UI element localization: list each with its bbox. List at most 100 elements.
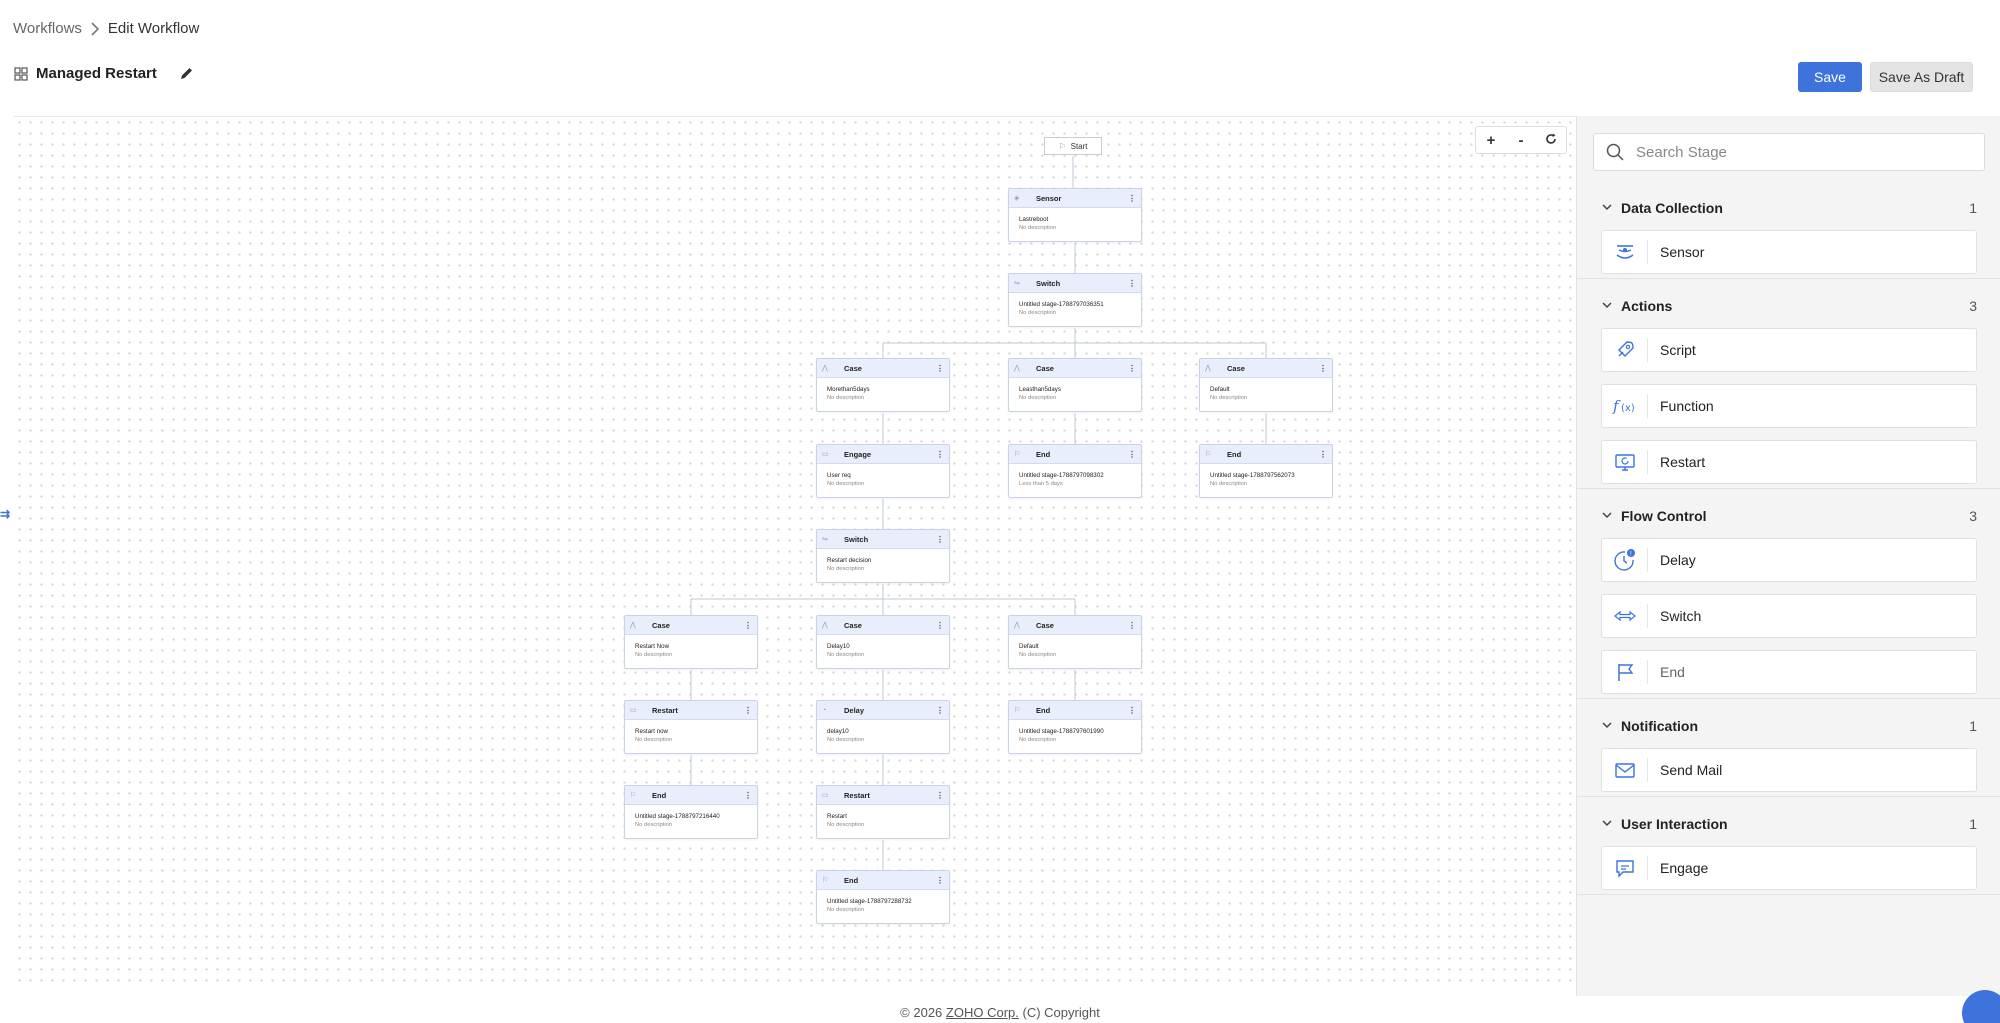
zoom-in-button[interactable]: + [1481,132,1501,149]
workflow-node-delay[interactable]: ◔ Delay ⋮ delay10 No description [816,700,950,754]
node-type: Case [1227,363,1245,373]
node-description: No description [1019,737,1057,743]
stage-item-delay[interactable]: ! Delay [1601,538,1977,582]
more-vert-icon[interactable]: ⋮ [936,364,944,373]
stage-item-label: Delay [1660,552,1696,568]
footer-prefix: © 2026 [900,1005,943,1020]
workflow-node-end[interactable]: ⚐ End ⋮ Untitled stage-1788797601990 No desc… [1008,700,1142,754]
node-name: User req [827,472,851,479]
workflow-node-sensor[interactable]: ◈ Sensor ⋮ Lastreboot No description [1008,188,1142,242]
workflow-node-case[interactable]: ⋀ Case ⋮ Default No description [1199,358,1333,412]
node-name: Leasthan5days [1019,386,1061,393]
more-vert-icon[interactable]: ⋮ [1128,706,1136,715]
node-description: No description [827,907,865,913]
node-description: No description [827,737,865,743]
section-data-collection: Data Collection 1 [1577,190,2000,226]
section-count: 1 [1969,200,1977,216]
workflow-node-case[interactable]: ⋀ Case ⋮ Restart Now No description [624,615,758,669]
more-vert-icon[interactable]: ⋮ [1128,621,1136,630]
more-vert-icon[interactable]: ⋮ [1319,450,1327,459]
section-header[interactable]: Notification 1 [1577,708,2000,744]
node-type: End [652,790,667,800]
more-vert-icon[interactable]: ⋮ [936,535,944,544]
breadcrumb-workflows-link[interactable]: Workflows [13,20,82,37]
node-description: No description [635,822,673,828]
switch-arrows-icon [1602,604,1648,628]
more-vert-icon[interactable]: ⋮ [1128,450,1136,459]
more-vert-icon[interactable]: ⋮ [936,706,944,715]
node-header: ◈ Sensor ⋮ [1009,189,1141,208]
more-vert-icon[interactable]: ⋮ [936,791,944,800]
workflow-title: Managed Restart [36,65,157,82]
sensor-icon: ◈ [1014,195,1020,202]
workflow-title-row: Managed Restart [14,65,194,82]
stage-item-send-mail[interactable]: Send Mail [1601,748,1977,792]
node-name: Restart [827,813,847,820]
more-vert-icon[interactable]: ⋮ [936,621,944,630]
workflow-node-case[interactable]: ⋀ Case ⋮ Default No description [1008,615,1142,669]
workflow-node-end[interactable]: ⚐ End ⋮ Untitled stage-1788797216440 No desc… [624,785,758,839]
node-type: Case [652,620,670,630]
workflow-node-end[interactable]: ⚐ End ⋮ Untitled stage-1788797288732 No desc… [816,870,950,924]
switch-icon: ⇋ [1014,280,1020,287]
section-header[interactable]: Flow Control 3 [1577,498,2000,534]
section-title: Actions [1621,298,1673,314]
more-vert-icon[interactable]: ⋮ [1319,364,1327,373]
end-icon: ⚐ [1205,451,1212,458]
expand-sidebar-icon[interactable]: ⇉ [0,507,16,527]
node-header: ⋀ Case ⋮ [817,359,949,378]
section-header[interactable]: Data Collection 1 [1577,190,2000,226]
workflow-node-end[interactable]: ⚐ End ⋮ Untitled stage-1788797098302 Less th… [1008,444,1142,498]
refresh-icon[interactable] [1541,132,1561,149]
more-vert-icon[interactable]: ⋮ [1128,194,1136,203]
stage-item-sensor[interactable]: Sensor [1601,230,1977,274]
stage-item-function[interactable]: f (x) Function [1601,384,1977,428]
workflow-node-switch[interactable]: ⇋ Switch ⋮ Untitled stage-1788797036351 No d… [1008,273,1142,327]
more-vert-icon[interactable]: ⋮ [744,621,752,630]
workflow-node-end[interactable]: ⚐ End ⋮ Untitled stage-1788797562073 No desc… [1199,444,1333,498]
node-description: No description [827,822,865,828]
more-vert-icon[interactable]: ⋮ [1128,279,1136,288]
workflow-node-engage[interactable]: ▭ Engage ⋮ User req No description [816,444,950,498]
workflow-node-case[interactable]: ⋀ Case ⋮ Delay10 No description [816,615,950,669]
footer-company-link[interactable]: ZOHO Corp. [946,1005,1019,1020]
stage-item-engage[interactable]: Engage [1601,846,1977,890]
more-vert-icon[interactable]: ⋮ [936,876,944,885]
more-vert-icon[interactable]: ⋮ [1128,364,1136,373]
flag-icon: ⚐ [1058,141,1066,151]
mail-icon [1602,758,1648,782]
node-description: No description [1210,481,1248,487]
footer-suffix: (C) Copyright [1022,1005,1100,1020]
more-vert-icon[interactable]: ⋮ [744,791,752,800]
svg-text:f: f [1612,397,1621,415]
workflow-node-case[interactable]: ⋀ Case ⋮ Morethan5days No description [816,358,950,412]
workflow-canvas[interactable] [14,116,1576,988]
stage-item-end[interactable]: End [1601,650,1977,694]
workflow-node-restart[interactable]: ▭ Restart ⋮ Restart No description [816,785,950,839]
section-count: 3 [1969,298,1977,314]
node-type: Restart [652,705,678,715]
stage-item-script[interactable]: Script [1601,328,1977,372]
node-header: ⋀ Case ⋮ [1009,616,1141,635]
pencil-edit-icon[interactable] [179,66,194,81]
workflow-node-switch[interactable]: ⇋ Switch ⋮ Restart decision No description [816,529,950,583]
search-stage-input[interactable] [1636,143,1956,161]
node-type: Case [1036,620,1054,630]
start-node[interactable]: ⚐ Start [1044,137,1102,155]
node-name: Restart now [635,728,669,735]
save-as-draft-button[interactable]: Save As Draft [1870,62,1973,92]
node-type: Case [844,620,862,630]
workflow-node-case[interactable]: ⋀ Case ⋮ Leasthan5days No description [1008,358,1142,412]
more-vert-icon[interactable]: ⋮ [936,450,944,459]
delay-icon: ◔ [822,706,827,714]
section-header[interactable]: Actions 3 [1577,288,2000,324]
section-header[interactable]: User Interaction 1 [1577,806,2000,842]
save-button[interactable]: Save [1798,62,1862,92]
workflow-node-restart[interactable]: ▭ Restart ⋮ Restart now No description [624,700,758,754]
stage-item-label: Script [1660,342,1696,358]
more-vert-icon[interactable]: ⋮ [744,706,752,715]
stage-item-restart[interactable]: Restart [1601,440,1977,484]
breadcrumb-current: Edit Workflow [107,20,200,37]
zoom-out-button[interactable]: - [1511,132,1531,149]
stage-item-switch[interactable]: Switch [1601,594,1977,638]
